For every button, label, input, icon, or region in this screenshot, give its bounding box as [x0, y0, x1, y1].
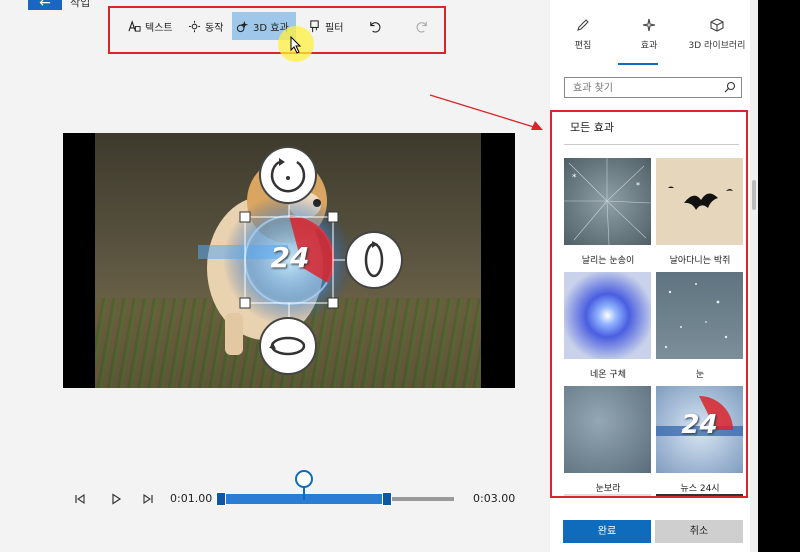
svg-text:*: *	[572, 173, 577, 183]
effect-thumb-snowflakes: * *	[564, 158, 651, 245]
snowflakes-image: **	[564, 158, 651, 245]
rotate-clockwise-icon	[270, 158, 306, 193]
motion-icon	[188, 20, 201, 32]
video-preview[interactable]: 24	[63, 133, 515, 388]
redo-button[interactable]	[412, 12, 433, 40]
top-toolbar: 텍스트 동작 3D 효과 필터	[108, 6, 446, 54]
motion-tool-button[interactable]: 동작	[184, 12, 227, 40]
start-time-label: 0:01.00	[170, 492, 213, 505]
bats-image	[668, 186, 733, 210]
rotate-y-handle[interactable]	[345, 231, 403, 289]
effect-label-news-24: 뉴스 24시	[680, 484, 720, 494]
previous-frame-icon[interactable]	[74, 493, 86, 505]
next-frame-icon[interactable]	[142, 493, 154, 505]
cube-icon	[710, 18, 724, 32]
next-row-tile-partial	[564, 494, 651, 496]
play-icon[interactable]	[110, 493, 122, 505]
motion-tool-label: 동작	[205, 22, 224, 34]
section-divider	[564, 144, 739, 145]
snow-image	[664, 283, 728, 349]
tab-3d-library[interactable]: 3D 라이브러리	[684, 18, 750, 51]
effects-search-input[interactable]	[571, 79, 725, 98]
redo-icon	[416, 21, 427, 33]
tab-effects[interactable]: 효과	[616, 18, 682, 51]
effect-thumb-snow	[656, 272, 743, 359]
next-row-tile-partial	[656, 494, 743, 496]
active-tab-indicator	[618, 63, 658, 65]
effect-tile-snowflakes[interactable]: * * 날리는 눈송이	[564, 158, 652, 266]
rotate-vertical-icon	[364, 241, 384, 278]
text-tool-button[interactable]: 텍스트	[124, 12, 177, 40]
scrollbar-thumb[interactable]	[752, 180, 756, 210]
undo-button[interactable]	[364, 12, 385, 40]
end-time-label: 0:03.00	[473, 492, 516, 505]
svg-text:*: *	[636, 181, 640, 190]
tab-3d-library-label: 3D 라이브러리	[688, 41, 746, 51]
mouse-pointer-icon	[290, 36, 302, 54]
window-title: 작업	[70, 0, 91, 9]
text-tool-label: 텍스트	[145, 22, 173, 34]
rotate-horizontal-icon	[269, 336, 306, 356]
sparkle-icon	[642, 18, 656, 32]
rotate-x-handle[interactable]	[259, 317, 317, 375]
panel-scrollbar[interactable]	[750, 0, 758, 552]
effect-label-blizzard: 눈보라	[595, 484, 621, 494]
effect-thumb-flying-bats	[656, 158, 743, 245]
effect-thumb-news-24: 24	[656, 386, 743, 473]
effect-thumb-neon-sphere	[564, 272, 651, 359]
trim-end-handle[interactable]	[382, 492, 392, 506]
tab-effects-label: 효과	[640, 41, 658, 51]
video-editor-window: ← 작업 텍스트 동작 3D 효과 필터 24 0:01.00 0:03.00 …	[0, 0, 758, 552]
effects-panel: 편집 효과 3D 라이브러리 모든 효과 ** 날리는 눈송이	[550, 0, 750, 552]
tab-edit[interactable]: 편집	[550, 18, 616, 51]
search-icon[interactable]	[724, 81, 736, 93]
undo-icon	[370, 21, 381, 33]
cancel-button[interactable]: 취소	[655, 520, 743, 543]
effect-tile-snow[interactable]: 눈	[656, 272, 744, 380]
news-24-badge-number: 24	[270, 241, 310, 274]
news-24-thumb-number: 24	[681, 410, 718, 440]
effect-label-neon-sphere: 네온 구체	[590, 370, 626, 380]
all-effects-section: 모든 효과 * * 날리는 눈송이 날아다니는 박쥐 네온 구체 눈 눈보라 2…	[550, 110, 748, 498]
done-button[interactable]: 완료	[563, 520, 651, 543]
effect-tile-flying-bats[interactable]: 날아다니는 박쥐	[656, 158, 744, 266]
filter-icon	[310, 19, 319, 32]
trim-start-handle[interactable]	[216, 492, 226, 506]
effect-label-flying-bats: 날아다니는 박쥐	[669, 256, 731, 266]
effect-label-snow: 눈	[695, 370, 705, 380]
back-button[interactable]: ←	[28, 0, 62, 11]
annotation-arrow	[429, 94, 543, 130]
playhead[interactable]	[295, 470, 313, 488]
effect-thumb-blizzard	[564, 386, 651, 473]
filter-tool-label: 필터	[325, 22, 344, 34]
effect-tile-blizzard[interactable]: 눈보라	[564, 386, 652, 494]
pencil-icon	[577, 19, 589, 31]
tab-edit-label: 편집	[574, 41, 592, 51]
trim-timeline: 0:01.00 0:03.00	[70, 470, 520, 517]
effect-label-snowflakes: 날리는 눈송이	[581, 256, 635, 266]
effect-tile-news-24[interactable]: 24 뉴스 24시	[656, 386, 744, 494]
3d-effects-icon	[236, 20, 249, 32]
rotate-z-handle[interactable]	[259, 146, 317, 204]
effect-tile-neon-sphere[interactable]: 네온 구체	[564, 272, 652, 380]
text-icon	[128, 19, 141, 32]
section-title: 모든 효과	[570, 121, 614, 134]
effects-search-box[interactable]	[564, 77, 742, 98]
